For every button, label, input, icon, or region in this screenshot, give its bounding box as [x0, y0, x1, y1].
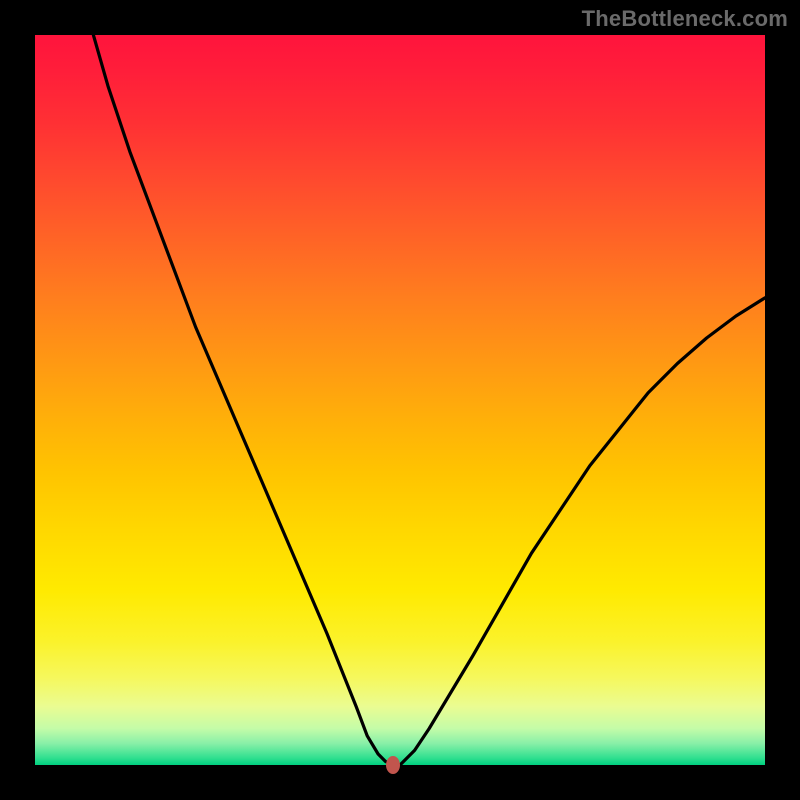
bottleneck-curve	[93, 35, 765, 765]
plot-area	[35, 35, 765, 765]
watermark-text: TheBottleneck.com	[582, 6, 788, 32]
chart-frame: TheBottleneck.com	[0, 0, 800, 800]
curve-svg	[35, 35, 765, 765]
optimal-point-marker	[386, 756, 400, 774]
